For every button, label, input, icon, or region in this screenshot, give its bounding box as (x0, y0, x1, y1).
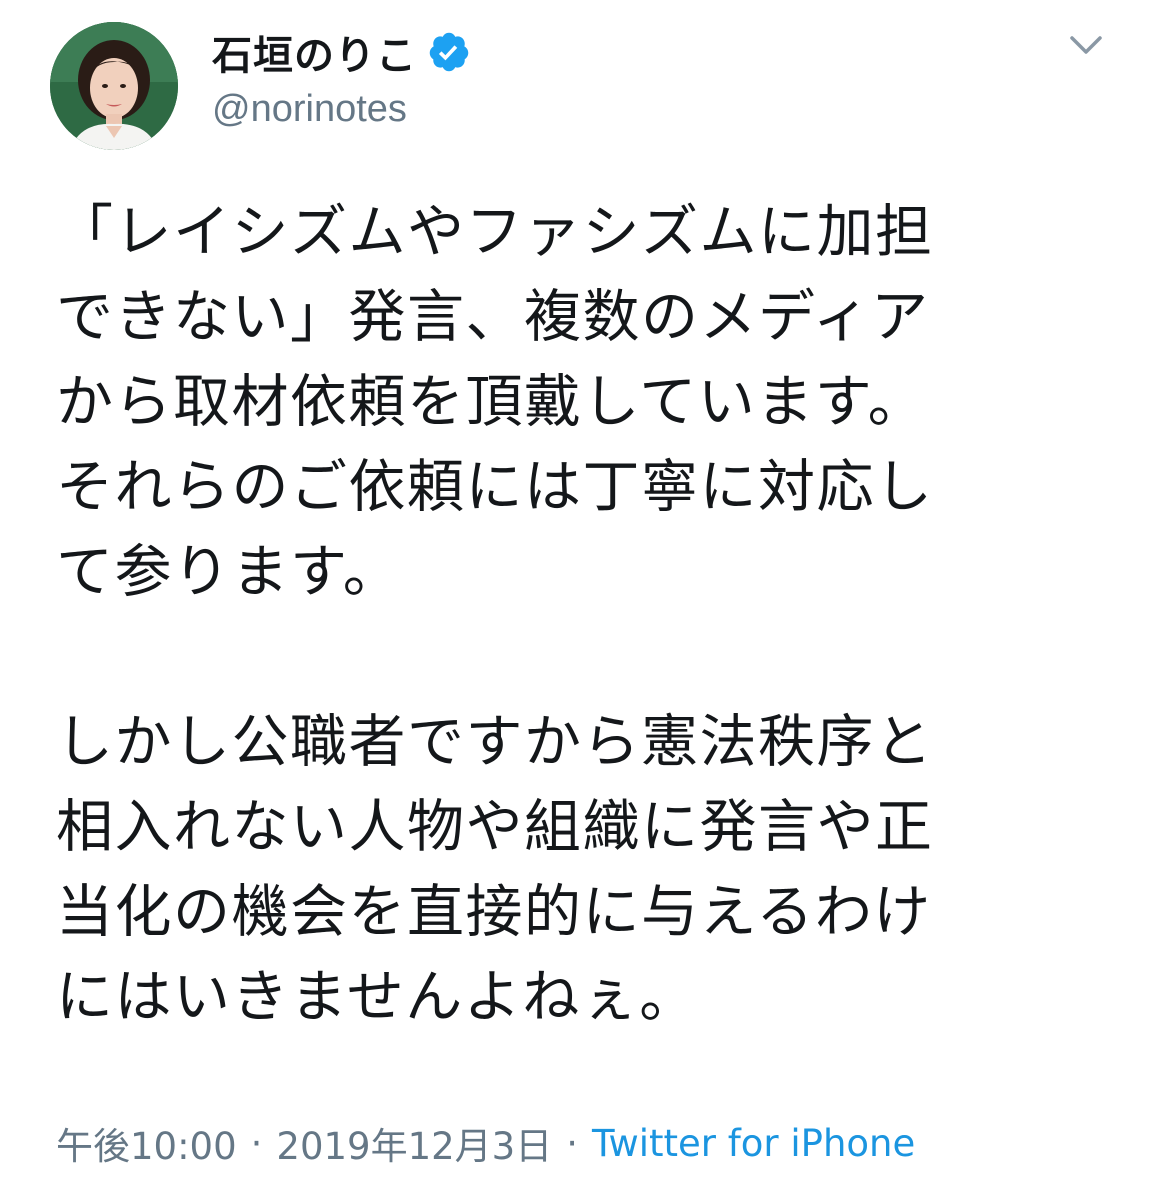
tweet-text-line: できない」発言、複数のメディア (56, 284, 930, 350)
tweet-meta: 午後10:00 · 2019年12月3日 · Twitter for iPhon… (56, 1116, 915, 1170)
handle[interactable]: @norinotes (212, 88, 407, 131)
tweet-source-link[interactable]: Twitter for iPhone (592, 1122, 915, 1165)
avatar-photo (50, 22, 178, 150)
tweet-time[interactable]: 午後10:00 (56, 1116, 237, 1170)
chevron-down-icon[interactable] (1066, 30, 1106, 60)
tweet-text-line: しかし公職者ですから憲法秩序と (56, 709, 934, 775)
display-name[interactable]: 石垣のりこ (212, 23, 417, 81)
tweet-text-line: 相入れない人物や組織に発言や正 (56, 794, 934, 860)
tweet-text-line: にはいきませんよねぇ。 (56, 964, 698, 1030)
tweet-text-line: から取材依頼を頂戴しています。 (56, 369, 927, 435)
tweet-text: 「レイシズムやファシズムに加担 できない」発言、複数のメディア から取材依頼を頂… (56, 190, 1116, 1040)
tweet-text-line: て参ります。 (56, 539, 402, 605)
tweet-text-line: 当化の機会を直接的に与えるわけ (56, 879, 932, 945)
avatar[interactable] (50, 22, 178, 150)
meta-separator: · (566, 1121, 578, 1165)
tweet: 石垣のりこ @norinotes 「レイシズムやファシズムに加担 できない」発言… (0, 0, 1160, 1200)
tweet-date[interactable]: 2019年12月3日 (276, 1116, 552, 1170)
tweet-text-line: 「レイシズムやファシズムに加担 (56, 199, 934, 265)
tweet-text-line: それらのご依頼には丁寧に対応し (56, 454, 934, 520)
author-name-row: 石垣のりこ (212, 24, 471, 80)
verified-badge-icon (427, 30, 471, 74)
meta-separator: · (250, 1121, 263, 1165)
